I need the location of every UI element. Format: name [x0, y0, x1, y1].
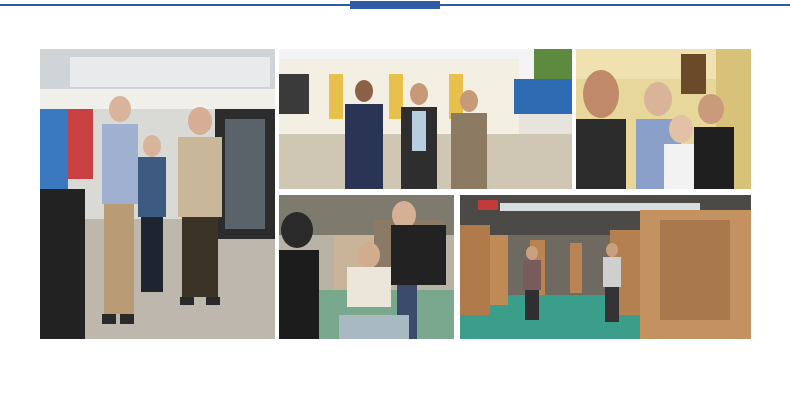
product-inspection-photo [279, 195, 454, 339]
airport-group-photo [40, 49, 275, 339]
factory-yard-group-photo [279, 49, 572, 189]
header-accent-bar [350, 1, 440, 9]
workshop-partitions-photo [460, 195, 751, 339]
office-selfie-photo [576, 49, 751, 189]
